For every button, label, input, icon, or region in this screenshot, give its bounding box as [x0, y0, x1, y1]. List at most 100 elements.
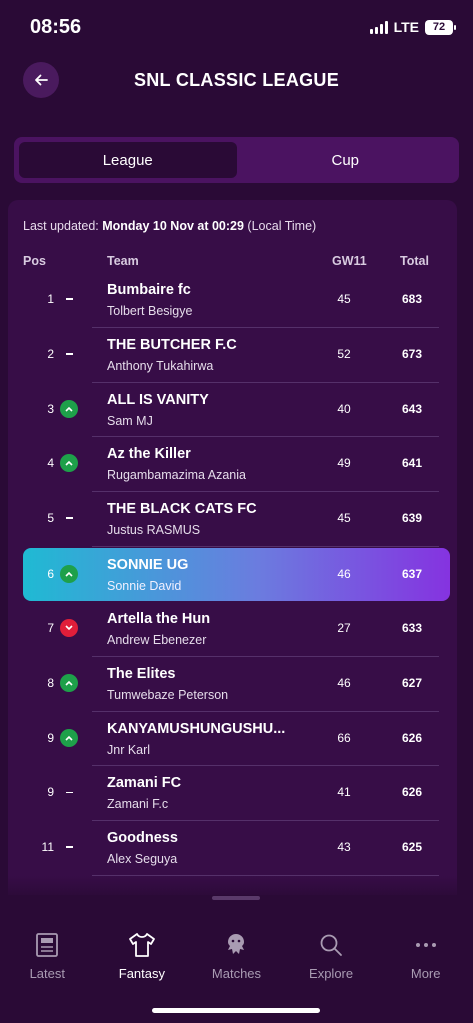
- row-gw-points: 40: [337, 401, 351, 416]
- row-position: 6: [47, 566, 54, 581]
- row-team-name: SONNIE UG: [107, 556, 189, 573]
- row-team-name: ALL IS VANITY: [107, 391, 209, 408]
- row-position: 5: [47, 511, 54, 526]
- row-manager-name: Jnr Karl: [107, 742, 151, 757]
- table-row[interactable]: 2 THE BUTCHER F.C Anthony Tukahirwa 52 673: [47, 328, 439, 383]
- row-total-points: 626: [401, 730, 423, 745]
- row-gw-points: 45: [337, 511, 351, 526]
- row-gw-points: 46: [337, 675, 351, 690]
- row-team-name: Az the Killer: [107, 446, 191, 463]
- bottom-tab-bar: Latest Fantasy Matches Explore More: [0, 930, 473, 990]
- row-total-points: 641: [401, 456, 423, 471]
- tab-league[interactable]: League: [19, 142, 237, 178]
- row-total-points: 643: [401, 401, 423, 416]
- home-indicator: [152, 1008, 320, 1013]
- row-total-points: 639: [401, 511, 423, 526]
- status-indicators: LTE 72: [369, 19, 456, 35]
- row-team-name: Bumbaire fc: [107, 282, 191, 298]
- tab-explore-label: Explore: [309, 966, 354, 981]
- tab-more-label: More: [410, 966, 441, 981]
- row-position: 1: [47, 292, 54, 306]
- row-total-points: 626: [401, 785, 423, 800]
- column-header-pos: Pos: [23, 254, 46, 268]
- table-row[interactable]: 1 Bumbaire fc Tolbert Besigye 45 683: [47, 273, 439, 328]
- row-manager-name: Zamani F.c: [107, 797, 169, 812]
- page-title: SNL CLASSIC LEAGUE: [133, 70, 340, 90]
- scroll-handle[interactable]: [212, 896, 260, 900]
- column-header-gw: GW11: [332, 254, 367, 268]
- network-label: LTE: [393, 19, 419, 35]
- row-position: 4: [47, 456, 54, 471]
- row-total-points: 673: [401, 346, 423, 361]
- row-manager-name: Anthony Tukahirwa: [107, 358, 214, 373]
- row-team-name: THE BLACK CATS FC: [107, 501, 257, 518]
- tab-matches-label: Matches: [211, 966, 262, 981]
- rank-same-icon: [60, 838, 78, 856]
- row-manager-name: Sonnie David: [107, 578, 182, 593]
- standings-rows: 1 Bumbaire fc Tolbert Besigye 45 683 2 THE BUT…: [8, 273, 457, 876]
- table-row[interactable]: 3 ALL IS VANITY Sam MJ 40 643: [47, 383, 439, 438]
- rank-down-icon: [60, 618, 78, 637]
- table-row[interactable]: 4 Az the Killer Rugambamazima Azania 49 641: [47, 437, 439, 493]
- status-bar: 08:56 LTE 72: [0, 0, 473, 56]
- rank-same-icon: [60, 783, 78, 801]
- tab-fantasy-label: Fantasy: [118, 966, 166, 981]
- row-team-name: KANYAMUSHUNGUSHU...: [107, 720, 286, 737]
- standings-table: Last updated: Monday 10 Nov at 00:29 (Lo…: [8, 200, 457, 895]
- row-gw-points: 52: [337, 346, 351, 361]
- tab-explore[interactable]: Explore: [284, 930, 379, 990]
- table-row[interactable]: 8 The Elites Tumwebaze Peterson 46 627: [47, 657, 439, 712]
- last-updated-suffix: (Local Time): [243, 219, 317, 233]
- rank-up-icon: [60, 728, 78, 747]
- row-team-name: Artella the Hun: [107, 610, 211, 627]
- row-manager-name: Sam MJ: [107, 413, 153, 428]
- last-updated-prefix: Last updated:: [23, 219, 103, 233]
- league-cup-switch: League Cup: [14, 137, 459, 183]
- table-row[interactable]: 11 Goodness Alex Seguya 43 625: [42, 821, 439, 876]
- tab-cup[interactable]: Cup: [237, 142, 455, 178]
- rank-up-icon: [60, 673, 78, 692]
- tab-more[interactable]: More: [378, 930, 473, 990]
- last-updated: Last updated: Monday 10 Nov at 00:29 (Lo…: [23, 219, 316, 233]
- table-row-highlighted[interactable]: 6 SONNIE UG Sonnie David 46 637: [23, 547, 450, 601]
- rank-same-icon: [60, 345, 78, 363]
- rank-up-icon: [60, 454, 78, 473]
- row-position: 11: [41, 840, 54, 855]
- table-row[interactable]: 5 THE BLACK CATS FC Justus RASMUS 45 639: [47, 492, 439, 547]
- row-total-points: 637: [401, 566, 423, 581]
- row-total-points: 627: [401, 675, 423, 690]
- row-position: 8: [47, 675, 54, 690]
- row-total-points: 683: [401, 292, 423, 306]
- table-row[interactable]: 9 Zamani FC Zamani F.c 41 626: [47, 766, 439, 822]
- row-gw-points: 49: [337, 456, 351, 471]
- row-team-name: Zamani FC: [107, 775, 182, 792]
- row-manager-name: Alex Seguya: [107, 852, 178, 867]
- row-position: 2: [47, 346, 54, 361]
- page-header: SNL CLASSIC LEAGUE: [0, 60, 473, 104]
- tab-latest[interactable]: Latest: [0, 930, 95, 990]
- shirt-icon: [128, 930, 156, 960]
- tab-latest-label: Latest: [29, 966, 65, 981]
- table-row[interactable]: 9 KANYAMUSHUNGUSHU... Jnr Karl 66 626: [47, 712, 439, 767]
- row-manager-name: Justus RASMUS: [107, 523, 201, 538]
- last-updated-value: Monday 10 Nov at 00:29: [102, 219, 244, 233]
- row-gw-points: 46: [337, 566, 351, 581]
- search-icon: [319, 930, 343, 960]
- row-manager-name: Tolbert Besigye: [107, 304, 193, 318]
- row-gw-points: 45: [337, 292, 351, 306]
- row-manager-name: Tumwebaze Peterson: [107, 687, 229, 702]
- rank-up-icon: [60, 564, 78, 583]
- tab-matches[interactable]: Matches: [189, 930, 284, 990]
- battery-icon: 72: [425, 19, 456, 35]
- column-header-total: Total: [400, 254, 429, 268]
- row-gw-points: 66: [337, 730, 351, 745]
- row-manager-name: Andrew Ebenezer: [107, 632, 207, 647]
- row-gw-points: 41: [337, 785, 351, 800]
- row-gw-points: 27: [337, 620, 351, 635]
- rank-up-icon: [60, 399, 78, 418]
- row-total-points: 625: [401, 840, 423, 855]
- battery-level: 72: [432, 21, 446, 33]
- tab-fantasy[interactable]: Fantasy: [95, 930, 190, 990]
- row-manager-name: Rugambamazima Azania: [107, 468, 246, 483]
- table-row[interactable]: 7 Artella the Hun Andrew Ebenezer 27 633: [47, 602, 439, 657]
